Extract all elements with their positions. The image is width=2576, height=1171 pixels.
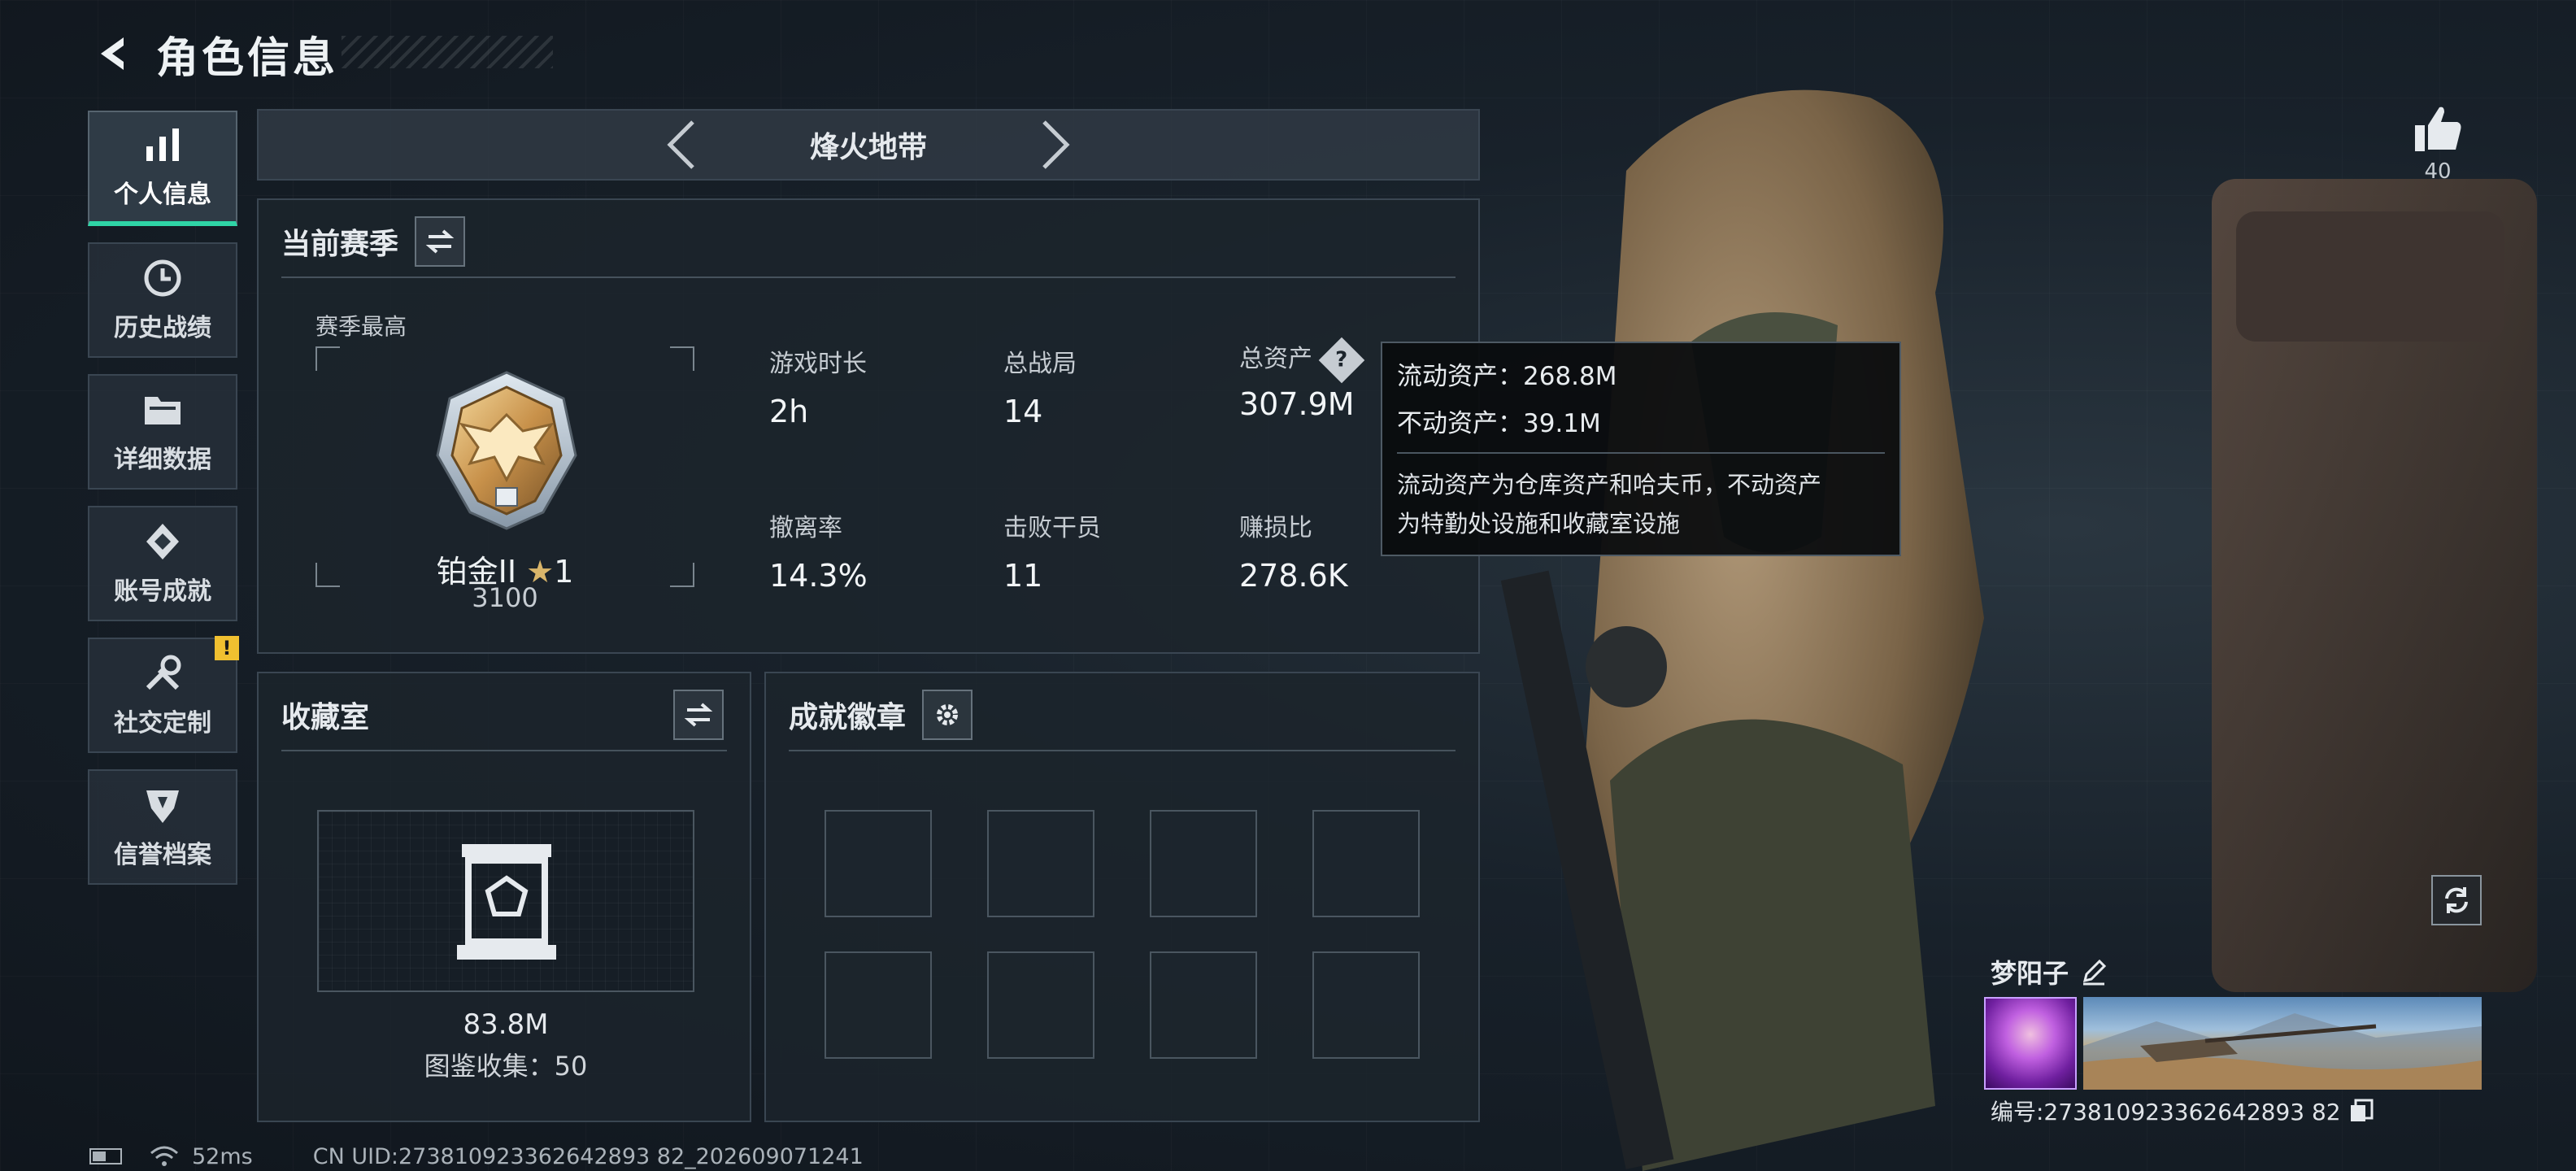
sidebar-item-personal-info[interactable]: 个人信息 bbox=[88, 111, 237, 226]
tools-icon bbox=[146, 655, 181, 690]
switch-icon bbox=[425, 229, 455, 254]
collection-count: 图鉴收集：50 bbox=[424, 1051, 588, 1082]
title-decoration bbox=[342, 36, 553, 68]
status-bar: 52ms CN UID:273810923362642893 82_202609… bbox=[89, 1142, 864, 1171]
collection-title: 收藏室 bbox=[281, 701, 370, 734]
divider bbox=[1397, 452, 1885, 454]
switch-icon bbox=[684, 703, 713, 727]
rank-medal-icon bbox=[436, 371, 577, 530]
sidebar-item-history[interactable]: 历史战绩 bbox=[88, 242, 237, 358]
achievement-badges-panel: 成就徽章 bbox=[764, 672, 1480, 1122]
divider bbox=[281, 276, 1456, 278]
collection-switch-button[interactable] bbox=[673, 690, 724, 740]
stat-total-assets: 总资产? 307.9M bbox=[1239, 337, 1365, 422]
badge-slot[interactable] bbox=[987, 810, 1094, 917]
badges-header: 成就徽章 bbox=[789, 690, 973, 740]
sidebar-item-detailed-data[interactable]: 详细数据 bbox=[88, 374, 237, 490]
copy-icon[interactable] bbox=[2349, 1099, 2374, 1123]
badges-title: 成就徽章 bbox=[789, 701, 907, 734]
help-icon[interactable]: ? bbox=[1318, 337, 1365, 383]
cn-uid: CN UID:273810923362642893 82_20260907124… bbox=[312, 1143, 864, 1169]
chevron-left-icon bbox=[667, 120, 694, 169]
season-switch-button[interactable] bbox=[415, 216, 466, 267]
sidebar-item-label: 历史战绩 bbox=[114, 314, 211, 342]
battery-icon bbox=[89, 1148, 122, 1164]
badge-slot[interactable] bbox=[1312, 810, 1420, 917]
season-title: 当前赛季 bbox=[281, 228, 399, 261]
back-arrow-icon bbox=[101, 37, 124, 70]
page-header: 角色信息 bbox=[88, 23, 338, 85]
sidebar-item-reputation[interactable]: 信誉档案 bbox=[88, 769, 237, 885]
edit-icon[interactable] bbox=[2080, 958, 2108, 986]
banner-scene bbox=[2083, 1013, 2482, 1090]
chevron-right-icon bbox=[1042, 120, 1070, 169]
stat-total-matches: 总战局 14 bbox=[1003, 350, 1077, 429]
sidebar-item-label: 个人信息 bbox=[114, 181, 211, 209]
reputation-icon bbox=[146, 790, 179, 823]
page-title: 角色信息 bbox=[156, 33, 339, 83]
mode-prev-button[interactable] bbox=[649, 112, 714, 177]
sidebar-item-achievements[interactable]: 账号成就 bbox=[88, 506, 237, 621]
sidebar-item-label: 信誉档案 bbox=[114, 841, 211, 869]
sidebar-item-social[interactable]: ! 社交定制 bbox=[88, 636, 239, 753]
player-name: 梦阳子 bbox=[1991, 953, 2108, 990]
wifi-icon bbox=[150, 1146, 178, 1166]
player-uid: 编号:273810923362642893 82 bbox=[1991, 1095, 2374, 1127]
thumbs-up-icon bbox=[2415, 107, 2461, 151]
ping: 52ms bbox=[192, 1143, 253, 1169]
bar-chart-icon bbox=[146, 128, 179, 161]
tooltip-desc-line1: 流动资产为仓库资产和哈夫币，不动资产 bbox=[1397, 471, 1822, 498]
gear-icon bbox=[937, 704, 959, 725]
badge-slot[interactable] bbox=[1150, 951, 1257, 1059]
avatar[interactable] bbox=[1984, 997, 2077, 1090]
rank-frame: 铂金II ★1 bbox=[315, 346, 694, 590]
back-button[interactable] bbox=[88, 29, 137, 78]
alert-badge: ! bbox=[215, 636, 239, 660]
season-panel: 当前赛季 赛季最高 铂金II ★1 3100 游戏时长 2h 总战局 14 总资… bbox=[257, 198, 1480, 654]
achievement-icon bbox=[146, 524, 179, 559]
sidebar-item-label: 详细数据 bbox=[114, 446, 211, 474]
divider bbox=[281, 750, 727, 751]
badge-slot[interactable] bbox=[987, 951, 1094, 1059]
badge-slot[interactable] bbox=[825, 951, 932, 1059]
tooltip-fixed-assets: 不动资产：39.1M bbox=[1397, 409, 1601, 438]
sidebar-item-label: 账号成就 bbox=[114, 577, 211, 606]
sidebar-item-label: 社交定制 bbox=[114, 709, 211, 738]
stat-extract-rate: 撤离率 14.3% bbox=[769, 514, 868, 594]
season-header: 当前赛季 bbox=[281, 216, 466, 267]
collection-panel[interactable]: 收藏室 83.8M 图鉴收集：50 bbox=[257, 672, 751, 1122]
divider bbox=[789, 750, 1456, 751]
tooltip-liquid-assets: 流动资产：268.8M bbox=[1397, 362, 1617, 391]
badge-slot[interactable] bbox=[825, 810, 932, 917]
badges-settings-button[interactable] bbox=[922, 690, 973, 740]
refresh-icon bbox=[2445, 887, 2468, 913]
mode-next-button[interactable] bbox=[1023, 112, 1088, 177]
like-button[interactable]: 40 bbox=[2405, 102, 2470, 184]
folder-icon bbox=[145, 397, 181, 424]
mode-selector: 烽火地带 bbox=[257, 109, 1480, 181]
display-case-icon bbox=[457, 844, 556, 960]
mode-name: 烽火地带 bbox=[809, 131, 927, 164]
stat-profit-ratio: 赚损比 278.6K bbox=[1239, 514, 1348, 594]
refresh-button[interactable] bbox=[2431, 875, 2482, 925]
stat-kills-operators: 击败干员 11 bbox=[1003, 514, 1101, 594]
history-icon bbox=[144, 259, 181, 297]
sidebar: 个人信息 历史战绩 详细数据 账号成就 ! 社交定制 信誉档案 bbox=[88, 111, 239, 901]
collection-value: 83.8M bbox=[463, 1008, 549, 1041]
profile-banner bbox=[2083, 997, 2482, 1090]
rank-score: 3100 bbox=[472, 582, 538, 613]
collection-preview bbox=[317, 810, 694, 992]
like-count: 40 bbox=[2424, 159, 2452, 184]
badge-slot[interactable] bbox=[1150, 810, 1257, 917]
assets-tooltip: 流动资产：268.8M 不动资产：39.1M 流动资产为仓库资产和哈夫币，不动资… bbox=[1381, 342, 1901, 556]
season-best-label: 赛季最高 bbox=[315, 313, 407, 340]
collection-header: 收藏室 bbox=[281, 690, 724, 740]
stat-play-time: 游戏时长 2h bbox=[769, 350, 867, 429]
tooltip-desc-line2: 为特勤处设施和收藏室设施 bbox=[1397, 510, 1681, 538]
badge-slot[interactable] bbox=[1312, 951, 1420, 1059]
